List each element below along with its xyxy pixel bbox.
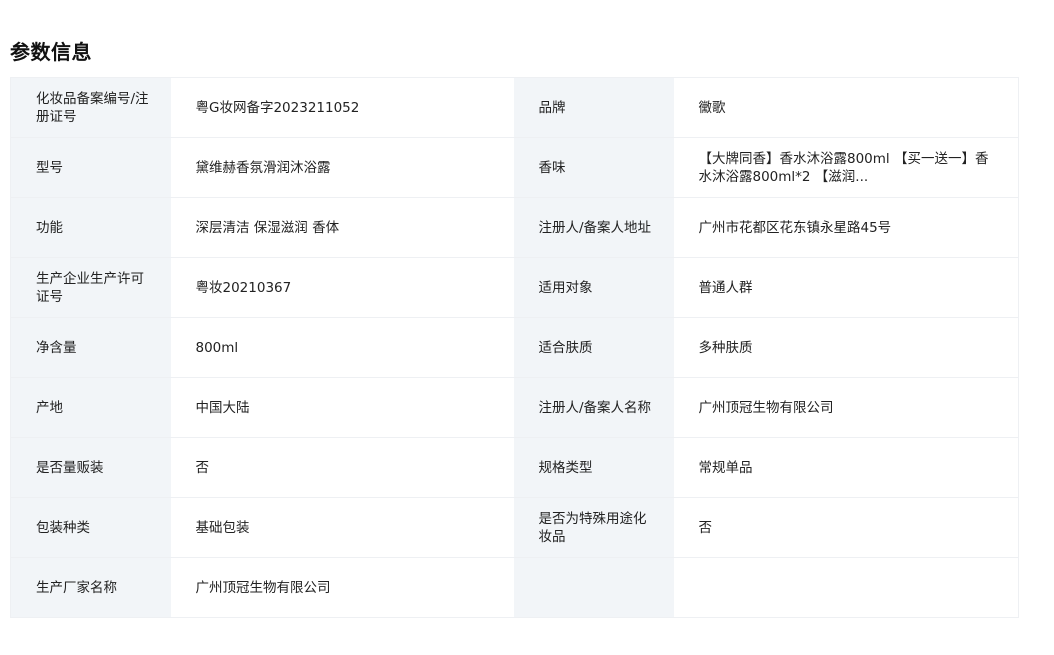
param-row: 是否量贩装 否 规格类型 常规单品 <box>10 437 1019 498</box>
param-value: 粤G妆网备字2023211052 <box>170 77 514 138</box>
param-value-scent: 【大牌同香】香水沐浴露800ml 【买一送一】香水沐浴露800ml*2 【滋润.… <box>673 137 1019 198</box>
param-row: 净含量 800ml 适合肤质 多种肤质 <box>10 317 1019 378</box>
scent-value-text: 【大牌同香】香水沐浴露800ml 【买一送一】香水沐浴露800ml*2 【滋润.… <box>698 150 989 185</box>
param-value: 否 <box>170 437 514 498</box>
param-label: 生产企业生产许可证号 <box>10 257 171 318</box>
param-label: 生产厂家名称 <box>10 557 171 618</box>
param-value: 黴歌 <box>673 77 1019 138</box>
param-value: 基础包装 <box>170 497 514 558</box>
param-row: 化妆品备案编号/注册证号 粤G妆网备字2023211052 品牌 黴歌 <box>10 77 1019 138</box>
param-row: 包装种类 基础包装 是否为特殊用途化妆品 否 <box>10 497 1019 558</box>
param-row: 生产厂家名称 广州顶冠生物有限公司 <box>10 557 1019 618</box>
param-label: 净含量 <box>10 317 171 378</box>
params-table: 化妆品备案编号/注册证号 粤G妆网备字2023211052 品牌 黴歌 型号 黛… <box>10 77 1019 618</box>
param-value: 800ml <box>170 317 514 378</box>
param-label: 功能 <box>10 197 171 258</box>
param-value: 深层清洁 保湿滋润 香体 <box>170 197 514 258</box>
param-value: 广州市花都区花东镇永星路45号 <box>673 197 1019 258</box>
param-value: 常规单品 <box>673 437 1019 498</box>
param-label: 注册人/备案人名称 <box>513 377 674 438</box>
param-row: 产地 中国大陆 注册人/备案人名称 广州顶冠生物有限公司 <box>10 377 1019 438</box>
param-label: 是否量贩装 <box>10 437 171 498</box>
param-label: 包装种类 <box>10 497 171 558</box>
param-label: 型号 <box>10 137 171 198</box>
param-value: 普通人群 <box>673 257 1019 318</box>
param-value: 粤妆20210367 <box>170 257 514 318</box>
param-row: 型号 黛维赫香氛滑润沐浴露 香味 【大牌同香】香水沐浴露800ml 【买一送一】… <box>10 137 1019 198</box>
param-label: 产地 <box>10 377 171 438</box>
param-value-empty <box>673 557 1019 618</box>
param-label: 适合肤质 <box>513 317 674 378</box>
section-title: 参数信息 <box>10 40 92 64</box>
param-value: 否 <box>673 497 1019 558</box>
param-row: 生产企业生产许可证号 粤妆20210367 适用对象 普通人群 <box>10 257 1019 318</box>
param-label: 适用对象 <box>513 257 674 318</box>
param-row: 功能 深层清洁 保湿滋润 香体 注册人/备案人地址 广州市花都区花东镇永星路45… <box>10 197 1019 258</box>
param-value: 广州顶冠生物有限公司 <box>673 377 1019 438</box>
param-value: 黛维赫香氛滑润沐浴露 <box>170 137 514 198</box>
param-label: 品牌 <box>513 77 674 138</box>
param-label: 是否为特殊用途化妆品 <box>513 497 674 558</box>
param-label: 香味 <box>513 137 674 198</box>
param-value: 多种肤质 <box>673 317 1019 378</box>
param-label-empty <box>513 557 674 618</box>
param-label: 规格类型 <box>513 437 674 498</box>
param-value: 中国大陆 <box>170 377 514 438</box>
param-label: 注册人/备案人地址 <box>513 197 674 258</box>
param-label: 化妆品备案编号/注册证号 <box>10 77 171 138</box>
param-value: 广州顶冠生物有限公司 <box>170 557 514 618</box>
